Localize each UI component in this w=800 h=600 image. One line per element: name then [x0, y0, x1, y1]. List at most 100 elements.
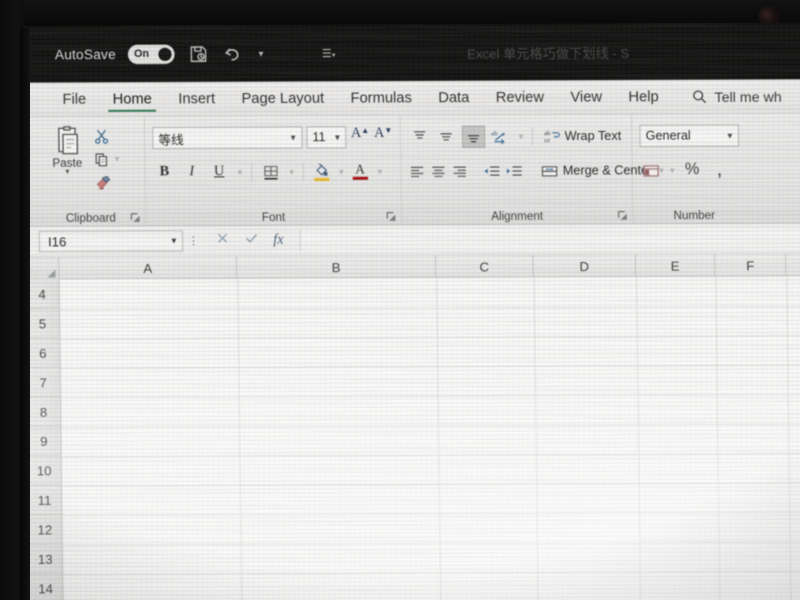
center-button[interactable] [430, 160, 448, 182]
font-size-dropdown-icon[interactable]: ▼ [329, 133, 341, 142]
accounting-format-button[interactable]: $ [640, 159, 664, 181]
group-label-number: Number [673, 209, 716, 223]
bottom-align-button[interactable] [461, 125, 486, 148]
row-header-9[interactable]: 9 [26, 426, 61, 457]
row-header-7[interactable]: 7 [26, 367, 61, 398]
tab-data[interactable]: Data [425, 81, 483, 115]
formula-bar-handle[interactable]: ⋮ [183, 234, 205, 247]
tab-file[interactable]: File [49, 83, 100, 117]
cut-button[interactable] [91, 125, 123, 146]
row-header-14[interactable]: 14 [28, 573, 63, 600]
cell-area[interactable] [59, 276, 800, 600]
tab-review[interactable]: Review [482, 81, 557, 115]
save-icon[interactable] [187, 42, 210, 64]
copy-button[interactable]: ▼ [92, 148, 124, 169]
underline-button[interactable]: U [207, 161, 231, 183]
row-header-11[interactable]: 11 [27, 485, 62, 516]
column-header-e[interactable]: E [635, 254, 716, 278]
font-dialog-launcher[interactable] [386, 211, 397, 222]
tell-me-search[interactable]: Tell me wh [672, 80, 782, 114]
copy-dropdown-icon[interactable]: ▼ [113, 154, 121, 163]
middle-align-button[interactable] [435, 126, 458, 148]
alignment-dialog-launcher[interactable] [617, 210, 628, 221]
row-header-13[interactable]: 13 [28, 544, 63, 575]
tab-page-layout[interactable]: Page Layout [228, 81, 337, 115]
fill-color-dropdown-icon[interactable]: ▼ [337, 167, 345, 176]
fill-color-button[interactable] [311, 161, 333, 183]
bold-button[interactable]: B [153, 161, 177, 183]
cancel-icon[interactable] [215, 231, 229, 250]
enter-icon[interactable] [244, 231, 259, 250]
italic-button[interactable]: I [180, 161, 204, 183]
column-header-b[interactable]: B [236, 255, 437, 279]
clipboard-dialog-launcher[interactable] [130, 212, 141, 223]
search-icon [692, 89, 707, 104]
worksheet-grid: A B C D E F 4 5 6 7 8 9 10 11 12 13 14 [24, 253, 800, 600]
ribbon-group-alignment: ab ▼ ab ce Wrap Text Merge & Center ▼ Al… [400, 114, 666, 225]
font-name-value: 等线 [158, 132, 184, 147]
name-box[interactable]: I16 ▼ [38, 230, 184, 253]
formula-bar-buttons: fx [205, 231, 294, 251]
accounting-dropdown-icon[interactable]: ▼ [668, 166, 676, 175]
photographed-screen: AutoSave On ▼ ☰▾ Excel 单元格巧做下划线 - S File… [0, 0, 800, 600]
row-header-4[interactable]: 4 [25, 279, 59, 310]
number-format-value: General [645, 128, 691, 144]
autosave-label: AutoSave [54, 46, 116, 62]
name-box-dropdown-icon[interactable]: ▼ [170, 236, 178, 245]
increase-indent-button[interactable] [505, 160, 524, 182]
top-align-button[interactable] [408, 126, 431, 148]
select-all-button[interactable] [24, 257, 60, 280]
column-header-a[interactable]: A [59, 256, 238, 280]
row-header-10[interactable]: 10 [27, 456, 62, 486]
customize-quick-access-toolbar-icon[interactable]: ☰▾ [322, 46, 336, 59]
row-header-6[interactable]: 6 [25, 338, 60, 369]
percent-style-button[interactable]: % [680, 159, 704, 181]
number-format-combo[interactable]: General ▼ [639, 124, 740, 148]
font-name-dropdown-icon[interactable]: ▼ [285, 133, 297, 142]
decrease-font-size-button[interactable]: A ▼ [374, 126, 393, 148]
paste-button[interactable]: Paste ▼ [42, 122, 92, 226]
ribbon-tabs: File Home Insert Page Layout Formulas Da… [22, 79, 800, 118]
orientation-button[interactable]: ab [489, 125, 512, 147]
orientation-dropdown-icon[interactable]: ▼ [517, 132, 525, 141]
increase-font-size-label: A [350, 126, 362, 142]
decrease-indent-button[interactable] [482, 160, 501, 182]
column-header-f[interactable]: F [715, 254, 787, 277]
row-header-8[interactable]: 8 [26, 397, 61, 427]
title-bar: AutoSave On ▼ ☰▾ Excel 单元格巧做下划线 - S [22, 22, 800, 83]
formula-bar: I16 ▼ ⋮ fx [24, 223, 800, 258]
autosave-toggle[interactable]: On [127, 44, 175, 64]
tab-insert[interactable]: Insert [165, 82, 229, 116]
tab-home[interactable]: Home [99, 82, 165, 116]
divider [250, 163, 253, 182]
svg-text:ab: ab [491, 130, 498, 137]
font-color-button[interactable]: A [349, 160, 371, 182]
formula-input[interactable] [299, 227, 800, 252]
font-size-value: 11 [312, 130, 326, 145]
font-name-combo[interactable]: 等线 ▼ [152, 126, 303, 150]
font-size-combo[interactable]: 11 ▼ [306, 126, 347, 149]
number-format-dropdown-icon[interactable]: ▼ [722, 131, 734, 140]
increase-font-size-button[interactable]: A ▲ [350, 126, 369, 148]
undo-dropdown-icon[interactable]: ▼ [257, 49, 265, 58]
borders-dropdown-icon[interactable]: ▼ [288, 167, 296, 176]
font-color-swatch [352, 176, 368, 181]
tab-view[interactable]: View [557, 80, 615, 114]
comma-style-button[interactable]: , [708, 159, 732, 181]
format-painter-button[interactable] [92, 172, 124, 193]
borders-button[interactable] [259, 161, 283, 183]
row-header-5[interactable]: 5 [25, 309, 60, 339]
wrap-text-button[interactable]: ab ce Wrap Text [540, 125, 624, 148]
column-header-c[interactable]: C [435, 255, 534, 278]
align-right-button[interactable] [451, 160, 469, 182]
font-color-dropdown-icon[interactable]: ▼ [376, 167, 384, 176]
row-header-12[interactable]: 12 [27, 515, 62, 545]
tab-help[interactable]: Help [615, 80, 672, 114]
tab-formulas[interactable]: Formulas [337, 81, 425, 115]
insert-function-button[interactable]: fx [273, 232, 283, 248]
undo-icon[interactable] [221, 42, 244, 64]
underline-dropdown-icon[interactable]: ▼ [236, 168, 244, 177]
column-header-d[interactable]: D [533, 254, 637, 278]
align-left-button[interactable] [408, 160, 426, 182]
paste-dropdown-icon[interactable]: ▼ [64, 169, 71, 176]
